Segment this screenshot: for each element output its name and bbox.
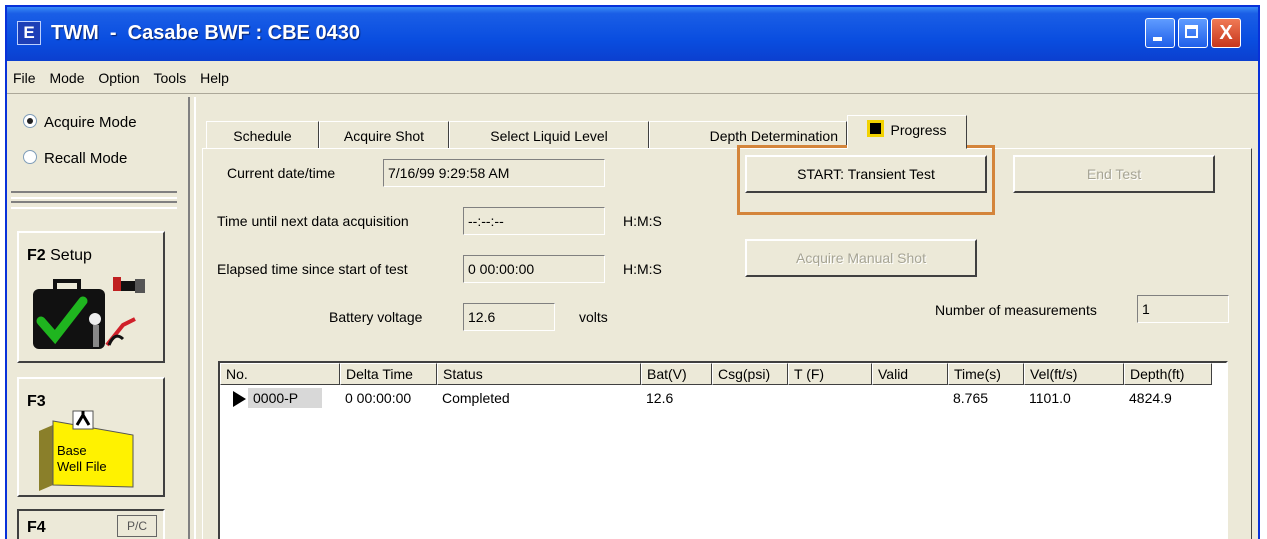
col-header-bat[interactable]: Bat(V) (641, 363, 712, 385)
maximize-button[interactable] (1178, 18, 1208, 48)
cell-temp (788, 388, 793, 408)
folder-label-line2: Well File (57, 459, 107, 474)
f4-button[interactable]: F4 P/C (17, 509, 165, 539)
elapsed-label: Elapsed time since start of test (217, 261, 408, 277)
col-header-time[interactable]: Time(s) (948, 363, 1024, 385)
cell-bat: 12.6 (646, 390, 674, 406)
separator (11, 191, 177, 199)
start-transient-test-button[interactable]: START: Transient Test (745, 155, 987, 193)
app-icon: E (17, 21, 41, 45)
cell-vel: 1101.0 (1029, 390, 1071, 406)
progress-tab-icon (867, 120, 885, 137)
tab-select-liquid-level[interactable]: Select Liquid Level (449, 121, 649, 149)
acquire-mode-radio[interactable]: Acquire Mode (23, 113, 137, 131)
left-panel: Acquire Mode Recall Mode F2 Setup F3 Bas… (7, 97, 185, 539)
f2-setup-button[interactable]: F2 Setup (17, 231, 165, 363)
tab-progress[interactable]: Progress (847, 115, 967, 149)
menu-tools[interactable]: Tools (150, 63, 191, 93)
f3-base-well-file-button[interactable]: F3 Base Well File (17, 377, 165, 497)
f4-key: F4 (27, 519, 46, 536)
close-icon: X (1219, 22, 1233, 44)
battery-label: Battery voltage (329, 309, 423, 325)
window-title: TWM - Casabe BWF : CBE 0430 (51, 22, 360, 44)
col-header-delta-time[interactable]: Delta Time (340, 363, 437, 385)
time-until-unit: H:M:S (623, 213, 662, 229)
end-test-button[interactable]: End Test (1013, 155, 1215, 193)
cell-csg (712, 388, 717, 408)
folder-label: Base Well File (57, 443, 107, 475)
acquire-mode-label: Acquire Mode (44, 114, 137, 131)
battery-field: 12.6 (463, 303, 555, 331)
elapsed-unit: H:M:S (623, 261, 662, 277)
app-window: E TWM - Casabe BWF : CBE 0430 X File Mod… (5, 5, 1260, 539)
current-datetime-label: Current date/time (227, 165, 336, 181)
col-header-valid[interactable]: Valid (872, 363, 948, 385)
menu-help[interactable]: Help (196, 63, 233, 93)
minimize-button[interactable] (1145, 18, 1175, 48)
menu-option[interactable]: Option (94, 63, 143, 93)
tab-progress-label: Progress (890, 122, 947, 138)
col-header-csg[interactable]: Csg(psi) (712, 363, 788, 385)
cell-depth: 4824.9 (1129, 390, 1172, 406)
row-pointer-icon (233, 391, 246, 407)
splitter[interactable] (188, 97, 196, 539)
cell-valid (872, 388, 877, 408)
title-bar[interactable]: E TWM - Casabe BWF : CBE 0430 X (7, 7, 1258, 61)
num-measurements-field: 1 (1137, 295, 1229, 323)
col-header-depth[interactable]: Depth(ft) (1124, 363, 1212, 385)
cell-delta-time: 0 00:00:00 (345, 390, 412, 406)
folder-label-line1: Base (57, 443, 87, 458)
recall-mode-radio[interactable]: Recall Mode (23, 149, 127, 167)
col-header-status[interactable]: Status (437, 363, 641, 385)
col-header-no[interactable]: No. (220, 363, 340, 385)
close-button[interactable]: X (1211, 18, 1241, 48)
time-until-label: Time until next data acquisition (217, 213, 409, 229)
separator (11, 201, 177, 209)
cell-status: Completed (442, 390, 510, 406)
f2-text: Setup (50, 247, 92, 264)
radio-unselected-icon (23, 150, 37, 164)
time-until-field: --:--:-- (463, 207, 605, 235)
radio-selected-icon (23, 114, 37, 128)
acquire-manual-shot-button[interactable]: Acquire Manual Shot (745, 239, 977, 277)
battery-unit: volts (579, 309, 608, 325)
main-area: Schedule Acquire Shot Select Liquid Leve… (196, 97, 1258, 539)
cell-time: 8.765 (953, 390, 989, 406)
menu-bar: File Mode Option Tools Help (7, 63, 1258, 94)
num-measurements-label: Number of measurements (935, 302, 1097, 318)
pc-badge: P/C (117, 515, 157, 537)
f2-label: F2 Setup (27, 247, 92, 265)
current-datetime-field: 7/16/99 9:29:58 AM (383, 159, 605, 187)
col-header-vel[interactable]: Vel(ft/s) (1024, 363, 1124, 385)
measurements-table: No. Delta Time Status Bat(V) Csg(psi) T … (218, 361, 1228, 539)
toolcase-checkmark-icon (33, 277, 145, 349)
recall-mode-label: Recall Mode (44, 150, 128, 167)
col-header-temp[interactable]: T (F) (788, 363, 872, 385)
elapsed-field: 0 00:00:00 (463, 255, 605, 283)
menu-file[interactable]: File (9, 63, 40, 93)
menu-mode[interactable]: Mode (45, 63, 88, 93)
f2-key: F2 (27, 247, 46, 264)
tab-schedule[interactable]: Schedule (206, 121, 319, 149)
cell-no: 0000-P (248, 388, 322, 408)
tab-acquire-shot[interactable]: Acquire Shot (319, 121, 449, 149)
